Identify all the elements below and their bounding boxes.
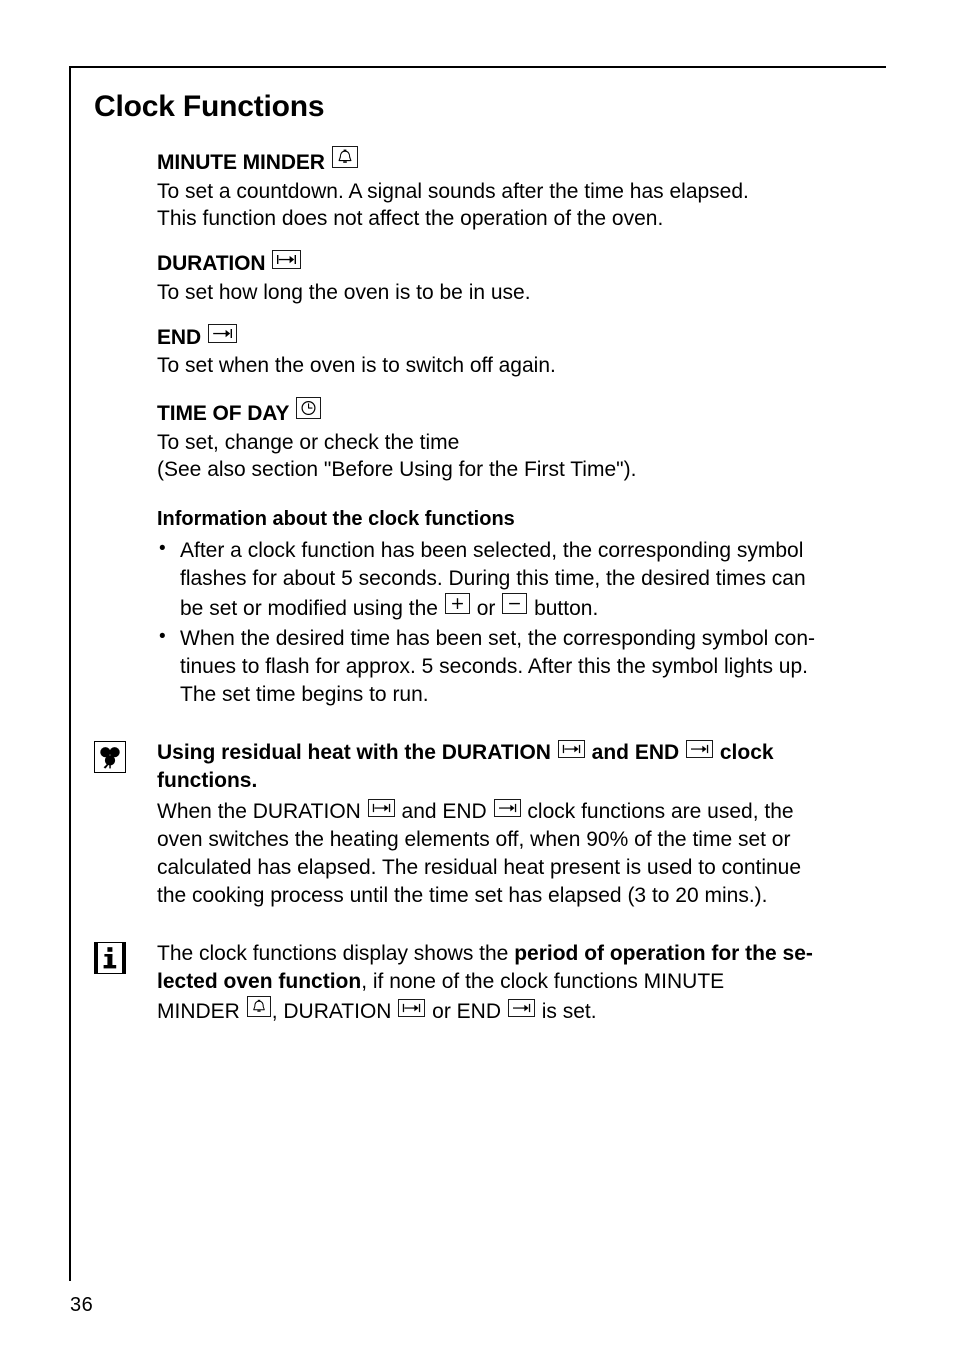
list-item: When the desired time has been set, the … [157, 624, 894, 709]
section-duration: DURATION To set how long the oven is to … [157, 250, 894, 306]
section-body-end: To set when the oven is to switch off ag… [157, 352, 894, 380]
text-line: flashes for about 5 seconds. During this… [180, 567, 806, 591]
shamrock-icon [94, 741, 126, 774]
text-line: functions. [157, 769, 258, 793]
section-heading-time-of-day: TIME OF DAY [157, 397, 894, 428]
section-end: END To set when the oven is to switch of… [157, 323, 894, 380]
plus-button-icon [444, 593, 470, 615]
text-fragment: or [476, 597, 496, 621]
text-line: To set when the oven is to switch off ag… [157, 354, 556, 378]
note-title: Using residual heat with the DURATION an… [157, 739, 894, 795]
section-heading-duration: DURATION [157, 250, 894, 278]
bell-icon [246, 995, 271, 1017]
bell-icon [331, 146, 358, 168]
end-icon [507, 998, 535, 1017]
section-body-duration: To set how long the oven is to be in use… [157, 279, 894, 307]
text-line: The clock functions display shows the pe… [157, 940, 894, 968]
page-top-rule [69, 66, 886, 68]
duration-icon [557, 740, 585, 759]
page-title: Clock Functions [94, 90, 325, 123]
section-heading-end: END [157, 323, 894, 352]
text-fragment: , if none of the clock functions MINUTE [361, 969, 725, 993]
section-time-of-day: TIME OF DAY To set, change or check the … [157, 397, 894, 484]
display-note-body: The clock functions display shows the pe… [157, 940, 894, 1026]
heading-label: END [157, 325, 202, 349]
text-line: the cooking process until the time set h… [157, 883, 768, 907]
text-line: lected oven function, if none of the clo… [157, 968, 894, 996]
text-line-with-icons: MINDER , DURATION or END is set. [157, 995, 894, 1026]
info-icon [94, 941, 126, 974]
page-number: 36 [70, 1294, 94, 1316]
information-heading: Information about the clock functions [157, 508, 515, 531]
note-paragraph: When the DURATION and END clock function… [157, 798, 894, 910]
text-fragment: When the DURATION [157, 800, 361, 824]
text-line: calculated has elapsed. The residual hea… [157, 856, 802, 880]
text-line: When the desired time has been set, the … [180, 627, 816, 651]
text-fragment: or END [432, 999, 502, 1023]
text-fragment: is set. [541, 999, 597, 1023]
text-fragment: clock [719, 741, 774, 765]
body-column: MINUTE MINDER To set a countdown. A sign… [94, 146, 894, 1026]
page-left-rule [69, 66, 71, 1281]
section-minute-minder: MINUTE MINDER To set a countdown. A sign… [157, 146, 894, 233]
text-line: To set how long the oven is to be in use… [157, 280, 531, 304]
text-fragment: be set or modified using the [180, 597, 438, 621]
text-fragment: button. [534, 597, 599, 621]
text-fragment: and END [401, 800, 487, 824]
text-fragment: , DURATION [271, 999, 392, 1023]
text-line: This function does not affect the operat… [157, 207, 664, 231]
text-line: (See also section "Before Using for the … [157, 458, 637, 482]
section-body-time-of-day: To set, change or check the time (See al… [157, 429, 894, 484]
text-fragment: clock functions are used, the [527, 800, 794, 824]
emphasis-fragment: period of operation for the se- [514, 941, 813, 965]
text-line: tinues to flash for approx. 5 seconds. A… [180, 655, 809, 679]
heading-label: DURATION [157, 252, 266, 276]
heading-label: MINUTE MINDER [157, 151, 325, 174]
duration-icon [272, 250, 302, 270]
section-heading-minute-minder: MINUTE MINDER [157, 146, 894, 177]
display-note: The clock functions display shows the pe… [94, 940, 894, 1026]
end-icon [493, 799, 521, 818]
page-content: Clock Functions MINUTE MINDER To set a c… [94, 90, 894, 1026]
residual-heat-note-body: Using residual heat with the DURATION an… [157, 739, 894, 910]
text-line-with-icons: When the DURATION and END clock function… [157, 798, 894, 826]
residual-heat-note: Using residual heat with the DURATION an… [94, 739, 894, 910]
duration-icon [367, 799, 395, 818]
text-fragment: Using residual heat with the DURATION [157, 741, 551, 765]
text-fragment: The clock functions display shows the [157, 941, 509, 965]
list-item: After a clock function has been selected… [157, 536, 894, 623]
minus-button-icon [502, 593, 528, 615]
text-fragment: MINDER [157, 999, 240, 1023]
text-line: The set time begins to run. [180, 683, 429, 707]
text-line: After a clock function has been selected… [180, 539, 804, 563]
information-bullet-list: After a clock function has been selected… [157, 536, 894, 709]
text-line: To set a countdown. A signal sounds afte… [157, 179, 749, 203]
section-body-minute-minder: To set a countdown. A signal sounds afte… [157, 178, 894, 233]
text-line-with-icons: be set or modified using the or button. [180, 593, 894, 623]
text-fragment: and END [591, 741, 680, 765]
duration-icon [398, 998, 426, 1017]
end-icon [207, 323, 237, 343]
heading-label: TIME OF DAY [157, 402, 289, 426]
clock-icon [295, 397, 321, 420]
text-line: To set, change or check the time [157, 430, 460, 454]
end-icon [686, 740, 714, 759]
emphasis-fragment: lected oven function [157, 969, 362, 993]
text-line: oven switches the heating elements off, … [157, 828, 791, 852]
